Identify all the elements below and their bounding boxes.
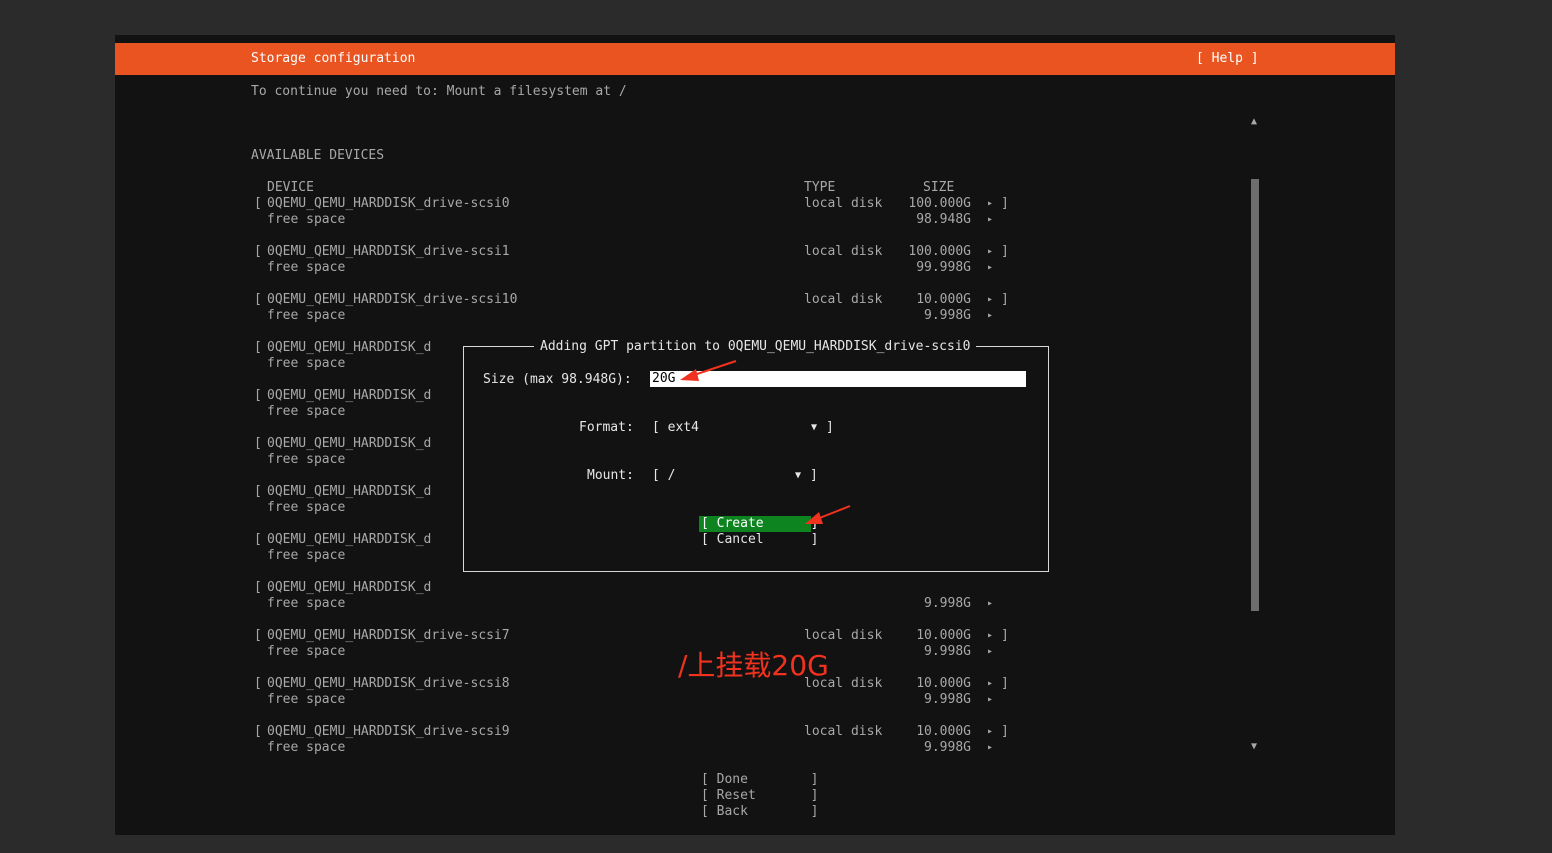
arrow-to-size-input bbox=[680, 360, 737, 381]
annotation-arrows bbox=[680, 360, 851, 524]
arrow-to-create-button bbox=[805, 505, 851, 524]
